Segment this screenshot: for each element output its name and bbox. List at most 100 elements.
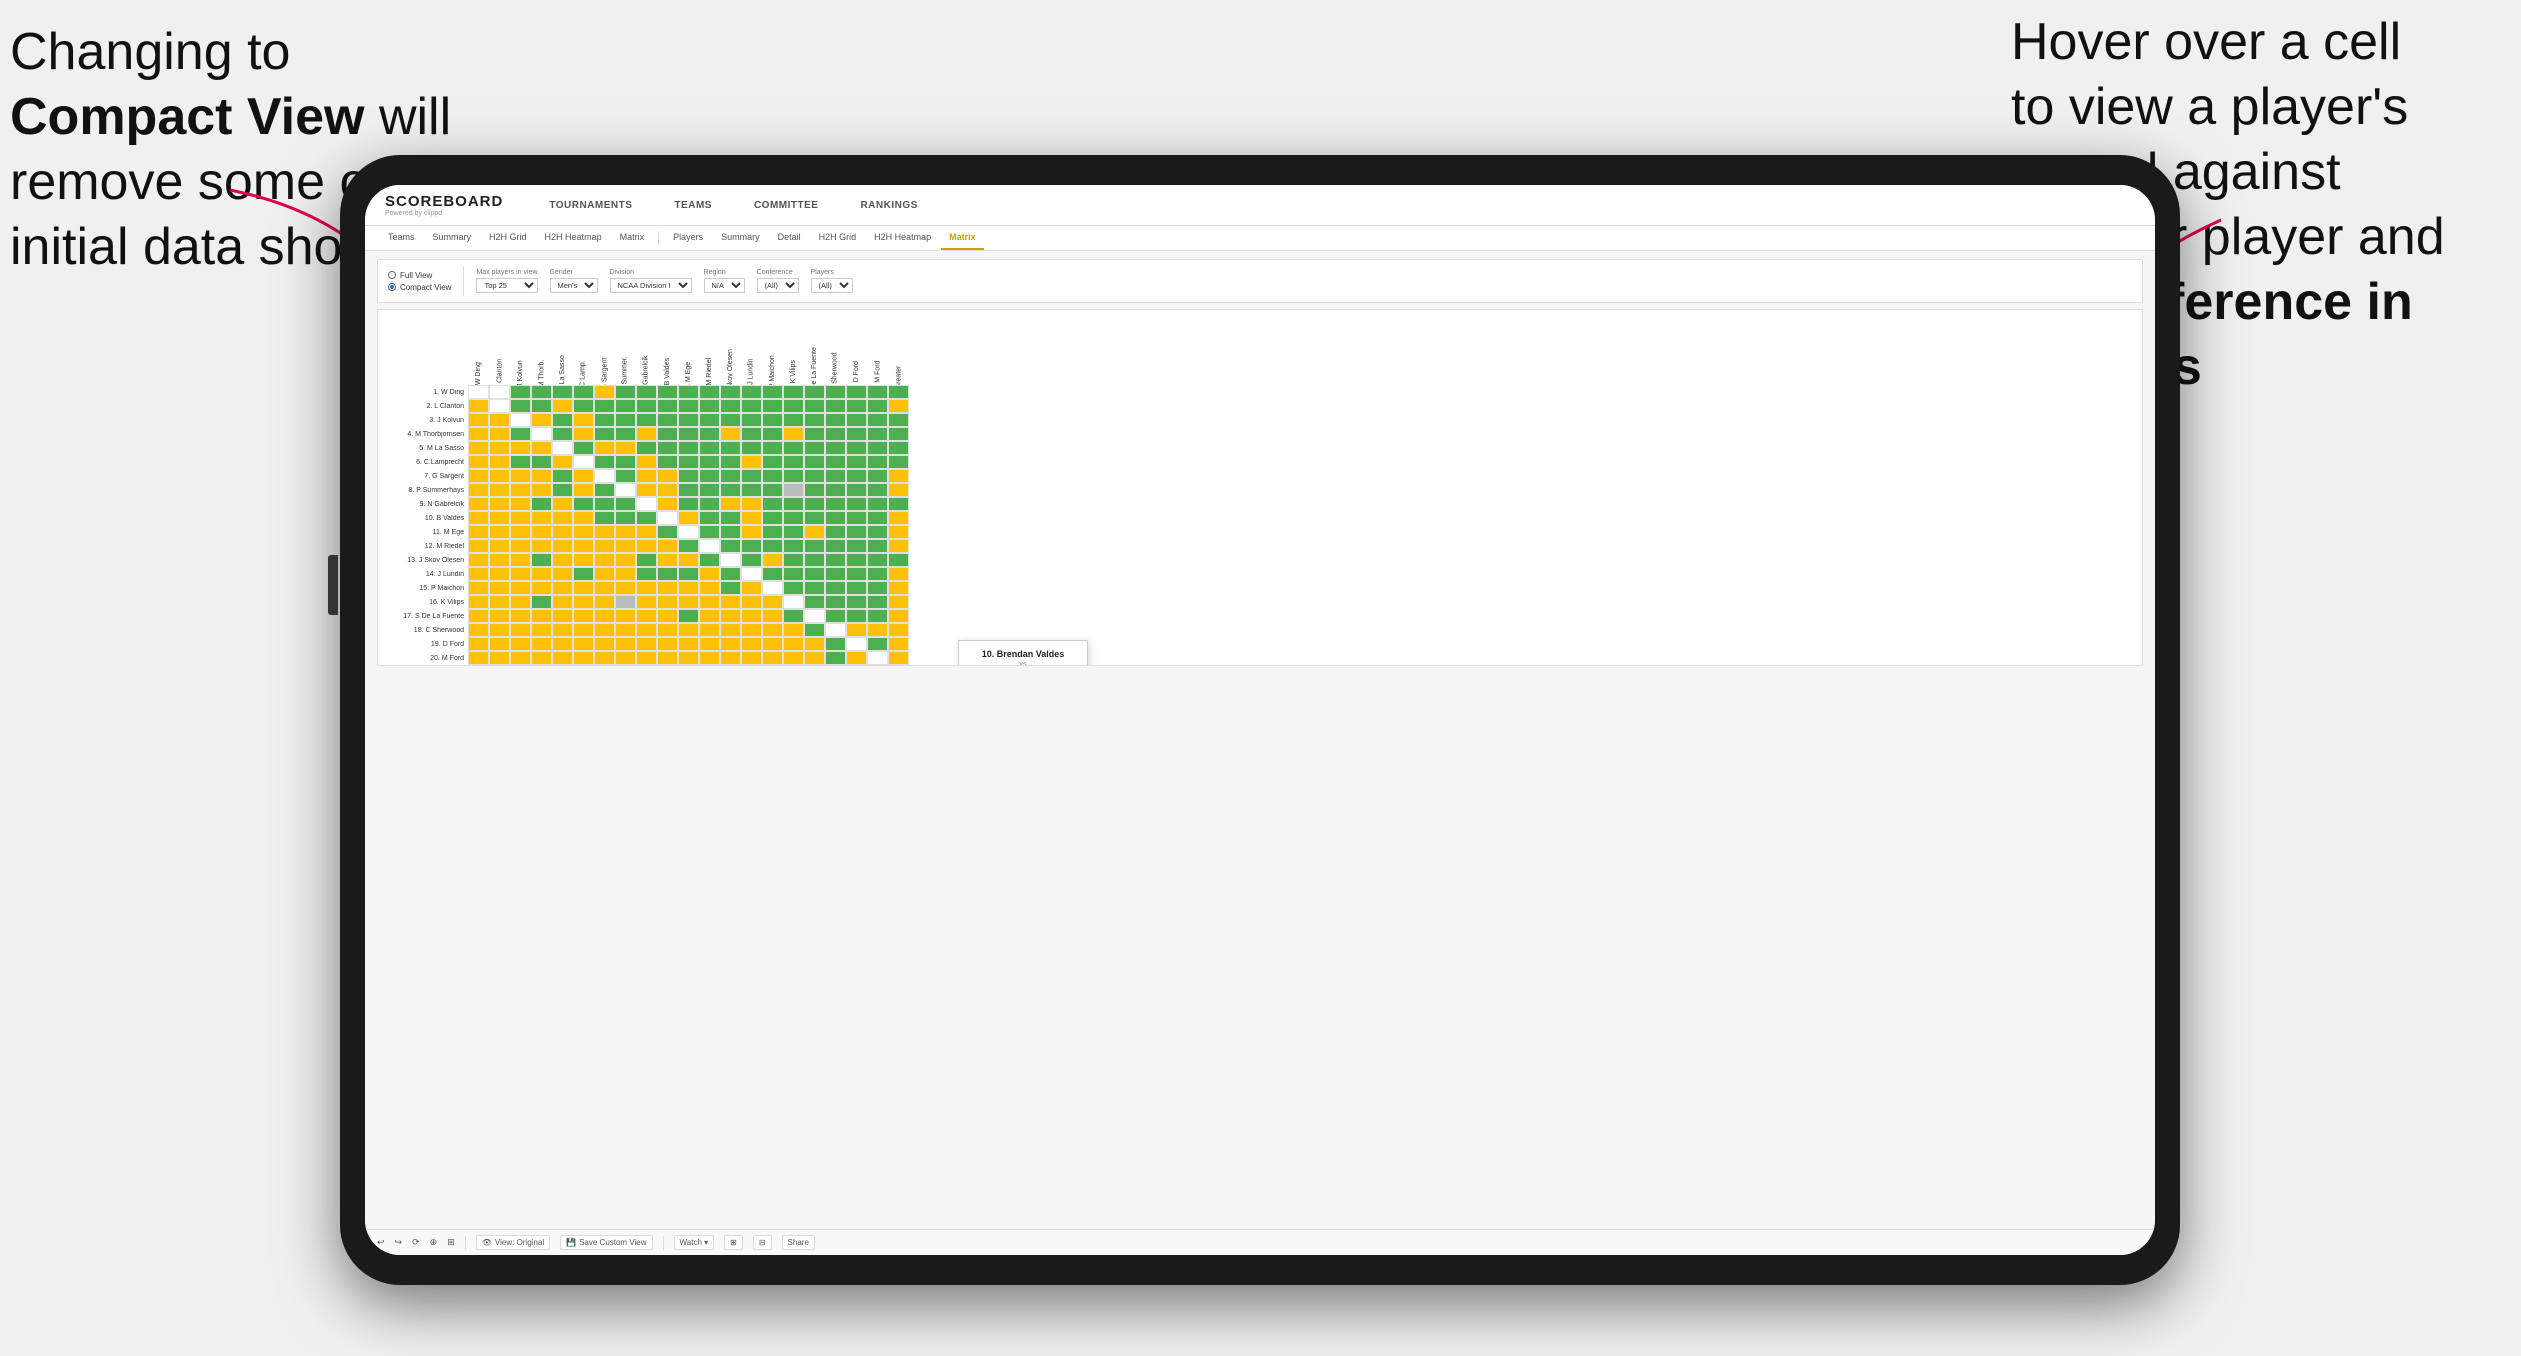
matrix-cell[interactable] [615, 525, 636, 539]
matrix-cell[interactable] [636, 511, 657, 525]
matrix-cell[interactable] [699, 595, 720, 609]
matrix-cell[interactable] [510, 455, 531, 469]
matrix-cell[interactable] [615, 399, 636, 413]
matrix-cell[interactable] [720, 609, 741, 623]
matrix-cell[interactable] [783, 455, 804, 469]
matrix-cell[interactable] [762, 427, 783, 441]
matrix-cell[interactable] [762, 525, 783, 539]
matrix-cell[interactable] [762, 483, 783, 497]
matrix-cell[interactable] [720, 637, 741, 651]
matrix-cell[interactable] [699, 651, 720, 665]
matrix-cell[interactable] [867, 497, 888, 511]
matrix-cell[interactable] [720, 539, 741, 553]
matrix-cell[interactable] [615, 413, 636, 427]
matrix-cell[interactable] [552, 609, 573, 623]
matrix-cell[interactable] [846, 385, 867, 399]
matrix-cell[interactable] [804, 399, 825, 413]
matrix-cell[interactable] [531, 637, 552, 651]
matrix-cell[interactable] [888, 651, 909, 665]
matrix-cell[interactable] [804, 511, 825, 525]
matrix-cell[interactable] [552, 581, 573, 595]
matrix-cell[interactable] [825, 525, 846, 539]
matrix-cell[interactable] [531, 497, 552, 511]
matrix-cell[interactable] [657, 455, 678, 469]
matrix-cell[interactable] [594, 497, 615, 511]
matrix-cell[interactable] [825, 511, 846, 525]
matrix-cell[interactable] [804, 581, 825, 595]
matrix-cell[interactable] [636, 441, 657, 455]
matrix-cell[interactable] [699, 455, 720, 469]
matrix-cell[interactable] [867, 525, 888, 539]
matrix-cell[interactable] [720, 399, 741, 413]
matrix-cell[interactable] [846, 651, 867, 665]
history-icon[interactable]: ⟳ [412, 1237, 420, 1248]
matrix-cell[interactable] [510, 497, 531, 511]
matrix-cell[interactable] [510, 651, 531, 665]
matrix-cell[interactable] [783, 609, 804, 623]
matrix-cell[interactable] [699, 385, 720, 399]
matrix-cell[interactable] [720, 581, 741, 595]
matrix-cell[interactable] [657, 413, 678, 427]
matrix-cell[interactable] [783, 623, 804, 637]
matrix-cell[interactable] [867, 483, 888, 497]
matrix-cell[interactable] [657, 497, 678, 511]
matrix-cell[interactable] [615, 609, 636, 623]
matrix-cell[interactable] [888, 427, 909, 441]
matrix-cell[interactable] [678, 413, 699, 427]
matrix-cell[interactable] [762, 469, 783, 483]
matrix-cell[interactable] [468, 455, 489, 469]
matrix-cell[interactable] [657, 539, 678, 553]
matrix-cell[interactable] [825, 581, 846, 595]
matrix-cell[interactable] [741, 609, 762, 623]
matrix-cell[interactable] [552, 469, 573, 483]
matrix-cell[interactable] [468, 581, 489, 595]
matrix-cell[interactable] [720, 623, 741, 637]
matrix-cell[interactable] [825, 567, 846, 581]
matrix-cell[interactable] [552, 567, 573, 581]
matrix-cell[interactable] [720, 497, 741, 511]
matrix-cell[interactable] [804, 567, 825, 581]
matrix-cell[interactable] [489, 455, 510, 469]
matrix-cell[interactable] [468, 595, 489, 609]
matrix-cell[interactable] [741, 511, 762, 525]
matrix-cell[interactable] [489, 609, 510, 623]
matrix-cell[interactable] [678, 399, 699, 413]
matrix-cell[interactable] [699, 413, 720, 427]
matrix-cell[interactable] [489, 595, 510, 609]
matrix-cell[interactable] [762, 413, 783, 427]
matrix-cell[interactable] [699, 511, 720, 525]
matrix-cell[interactable] [531, 399, 552, 413]
matrix-cell[interactable] [825, 553, 846, 567]
matrix-cell[interactable] [783, 399, 804, 413]
zoom-icon[interactable]: ⊕ [430, 1237, 438, 1248]
tab-players[interactable]: Players [665, 226, 711, 250]
tab-h2h-grid-players[interactable]: H2H Grid [811, 226, 865, 250]
matrix-cell[interactable] [741, 623, 762, 637]
matrix-cell[interactable] [825, 539, 846, 553]
matrix-cell[interactable] [636, 385, 657, 399]
matrix-cell[interactable] [678, 553, 699, 567]
matrix-cell[interactable] [573, 469, 594, 483]
matrix-cell[interactable] [825, 623, 846, 637]
matrix-cell[interactable] [804, 427, 825, 441]
matrix-cell[interactable] [594, 539, 615, 553]
matrix-cell[interactable] [489, 413, 510, 427]
matrix-cell[interactable] [825, 595, 846, 609]
nav-committee[interactable]: COMMITTEE [748, 196, 825, 215]
compact-view-radio[interactable] [388, 283, 396, 291]
matrix-cell[interactable] [657, 469, 678, 483]
matrix-cell[interactable] [720, 651, 741, 665]
tab-h2h-grid-main[interactable]: H2H Grid [481, 226, 535, 250]
matrix-cell[interactable] [594, 469, 615, 483]
matrix-cell[interactable] [699, 469, 720, 483]
matrix-cell[interactable] [531, 413, 552, 427]
matrix-cell[interactable] [489, 623, 510, 637]
matrix-cell[interactable] [489, 651, 510, 665]
matrix-cell[interactable] [489, 581, 510, 595]
region-select[interactable]: N/A [704, 278, 745, 293]
matrix-cell[interactable] [825, 469, 846, 483]
matrix-cell[interactable] [846, 623, 867, 637]
matrix-cell[interactable] [636, 455, 657, 469]
matrix-cell[interactable] [636, 609, 657, 623]
matrix-cell[interactable] [783, 539, 804, 553]
